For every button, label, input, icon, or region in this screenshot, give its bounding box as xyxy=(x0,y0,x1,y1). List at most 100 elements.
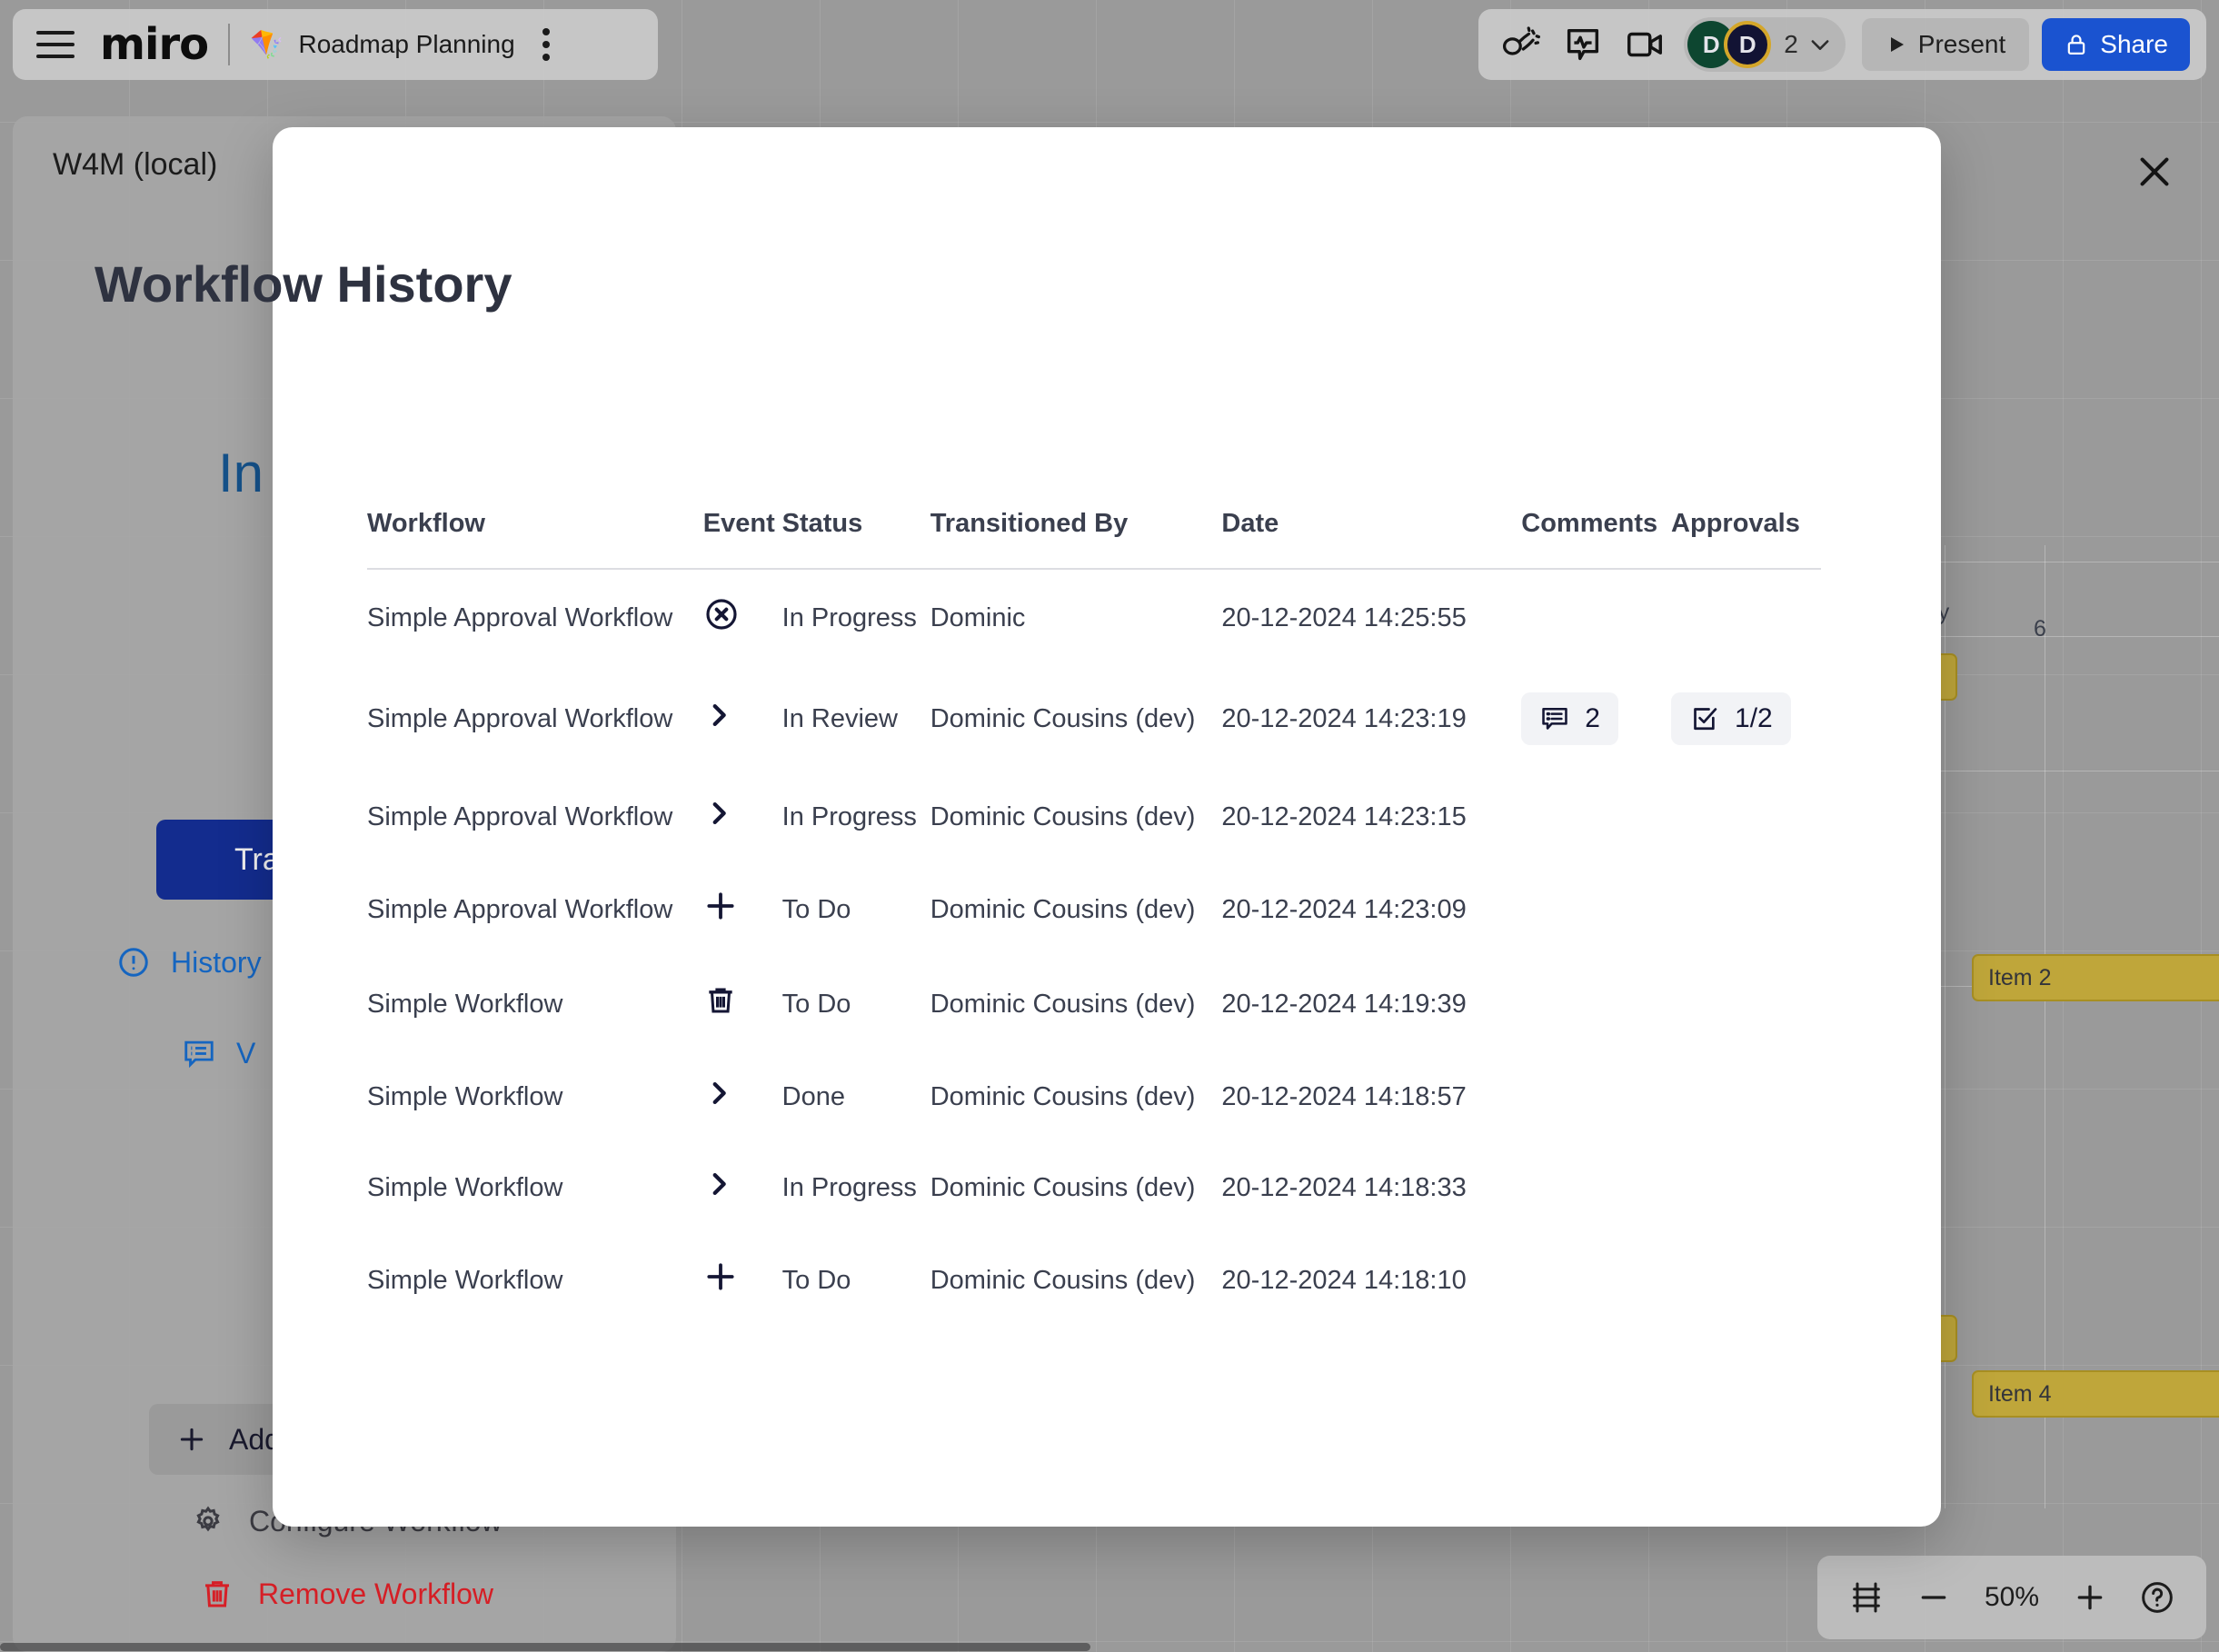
cell-workflow: Simple Approval Workflow xyxy=(367,801,673,831)
more-options-icon[interactable] xyxy=(542,28,552,61)
cell-status: In Progress xyxy=(781,1172,917,1202)
fit-to-screen-icon[interactable] xyxy=(1837,1568,1896,1627)
reactions-icon[interactable] xyxy=(1557,20,1609,69)
column-header-workflow: Workflow xyxy=(367,509,703,570)
table-row[interactable]: Simple Approval Workflow To Do Dominic Cou… xyxy=(367,862,1821,957)
comments-chip[interactable]: 2 xyxy=(1521,692,1618,745)
cell-workflow: Simple Workflow xyxy=(367,1172,563,1202)
video-call-icon[interactable] xyxy=(1618,20,1671,69)
timeline-bar[interactable]: Item 2 xyxy=(1972,954,2219,1001)
celebrate-icon[interactable] xyxy=(1495,20,1547,69)
cell-status: In Review xyxy=(781,703,898,733)
chevron-right-icon xyxy=(703,1169,734,1199)
workflow-history-modal: Workflow Event Status Transitioned By Da… xyxy=(273,127,1941,1527)
plus-icon xyxy=(176,1424,207,1455)
cell-status: Done xyxy=(781,1081,845,1111)
play-icon xyxy=(1886,34,1907,55)
cell-transitioned-by: Dominic Cousins (dev) xyxy=(930,703,1196,733)
help-circle-icon[interactable] xyxy=(2128,1568,2186,1627)
share-label: Share xyxy=(2100,30,2168,58)
cell-event xyxy=(703,569,782,666)
workflow-history-table: Workflow Event Status Transitioned By Da… xyxy=(367,509,1821,1328)
cell-workflow: Simple Workflow xyxy=(367,1081,563,1111)
table-row[interactable]: Simple Workflow To Do Dominic Cousins (dev… xyxy=(367,1233,1821,1328)
view-comments-label: V xyxy=(236,1036,256,1070)
share-button[interactable]: Share xyxy=(2042,18,2190,71)
miro-logo[interactable]: miro xyxy=(100,19,209,70)
present-button[interactable]: Present xyxy=(1861,18,2030,71)
zoom-in-button[interactable] xyxy=(2061,1568,2119,1627)
cell-transitioned-by: Dominic Cousins (dev) xyxy=(930,989,1196,1019)
cell-comments xyxy=(1521,569,1671,666)
cell-status: In Progress xyxy=(781,602,917,632)
table-row[interactable]: Simple Workflow Done Dominic Cousins (dev)… xyxy=(367,1051,1821,1142)
cell-date: 20-12-2024 14:23:19 xyxy=(1221,703,1467,733)
cell-event xyxy=(703,862,782,957)
timeline-day-label: 6 xyxy=(2034,616,2046,642)
cell-workflow: Simple Workflow xyxy=(367,1265,563,1295)
cell-status: To Do xyxy=(781,894,851,924)
cell-event xyxy=(703,957,782,1051)
table-row[interactable]: Simple Approval Workflow In Progress Domin… xyxy=(367,771,1821,862)
cell-event xyxy=(703,1051,782,1142)
scrollbar-thumb[interactable] xyxy=(0,1643,1090,1651)
chevron-right-icon xyxy=(703,798,734,829)
zoom-out-button[interactable] xyxy=(1905,1568,1963,1627)
board-toolbar-left: miro 🪁 Roadmap Planning xyxy=(13,9,658,80)
table-header-row: Workflow Event Status Transitioned By Da… xyxy=(367,509,1821,570)
approvals-chip[interactable]: 1/2 xyxy=(1671,692,1791,745)
cell-workflow: Simple Approval Workflow xyxy=(367,703,673,733)
close-icon[interactable] xyxy=(2128,145,2181,198)
page-title: Workflow History xyxy=(95,255,512,313)
column-header-approvals: Approvals xyxy=(1671,509,1821,570)
chevron-down-icon[interactable] xyxy=(1807,32,1833,57)
cell-transitioned-by: Dominic Cousins (dev) xyxy=(930,801,1196,831)
cell-approvals xyxy=(1671,569,1821,666)
table-row[interactable]: Simple Approval Workflow In Review Dominic… xyxy=(367,666,1821,771)
horizontal-scrollbar[interactable] xyxy=(0,1641,2219,1652)
zoom-level[interactable]: 50% xyxy=(1972,1582,2052,1613)
cell-comments xyxy=(1521,771,1671,862)
cell-status: To Do xyxy=(781,989,851,1019)
timeline-bar[interactable]: Item 4 xyxy=(1972,1370,2219,1418)
zoom-toolbar: 50% xyxy=(1817,1556,2206,1639)
remove-workflow-label: Remove Workflow xyxy=(258,1577,494,1610)
cell-transitioned-by: Dominic Cousins (dev) xyxy=(930,1265,1196,1295)
view-comments-link[interactable]: V xyxy=(182,1036,255,1070)
column-header-status: Status xyxy=(781,509,930,570)
cell-event xyxy=(703,666,782,771)
gear-icon xyxy=(191,1504,225,1538)
approval-chip-icon xyxy=(1689,703,1720,734)
cell-approvals xyxy=(1671,862,1821,957)
cell-workflow: Simple Workflow xyxy=(367,989,563,1019)
cell-date: 20-12-2024 14:19:39 xyxy=(1221,989,1467,1019)
lock-icon xyxy=(2064,32,2089,57)
cell-approvals: 1/2 xyxy=(1671,666,1821,771)
cell-approvals xyxy=(1671,957,1821,1051)
approvals-count: 1/2 xyxy=(1735,703,1773,733)
cell-date: 20-12-2024 14:25:55 xyxy=(1221,602,1467,632)
cell-transitioned-by: Dominic Cousins (dev) xyxy=(930,1172,1196,1202)
board-title[interactable]: Roadmap Planning xyxy=(298,30,514,59)
board-emoji-icon[interactable]: 🪁 xyxy=(250,29,284,61)
cell-comments: 2 xyxy=(1521,666,1671,771)
cell-transitioned-by: Dominic Cousins (dev) xyxy=(930,1081,1196,1111)
board-toolbar-right: D D 2 Present Share xyxy=(1478,9,2206,80)
hamburger-icon[interactable] xyxy=(36,31,75,58)
cell-approvals xyxy=(1671,1051,1821,1142)
avatar[interactable]: D xyxy=(1724,21,1772,68)
chevron-right-icon xyxy=(703,1078,734,1109)
participants-group[interactable]: D D 2 xyxy=(1684,17,1846,72)
history-link[interactable]: History xyxy=(116,945,262,980)
remove-workflow-button[interactable]: Remove Workflow xyxy=(200,1577,493,1611)
plus-icon xyxy=(703,1259,738,1294)
table-row[interactable]: Simple Approval Workflow In Progress Domin… xyxy=(367,569,1821,666)
toolbar-divider xyxy=(228,24,231,65)
table-row[interactable]: Simple Workflow To Do Dominic Cousins (dev… xyxy=(367,957,1821,1051)
comment-chip-icon xyxy=(1539,703,1570,734)
cell-date: 20-12-2024 14:23:15 xyxy=(1221,801,1467,831)
column-header-transitioned-by: Transitioned By xyxy=(930,509,1222,570)
column-header-comments: Comments xyxy=(1521,509,1672,570)
table-row[interactable]: Simple Workflow In Progress Dominic Cousin… xyxy=(367,1142,1821,1233)
trash-icon xyxy=(200,1577,234,1611)
